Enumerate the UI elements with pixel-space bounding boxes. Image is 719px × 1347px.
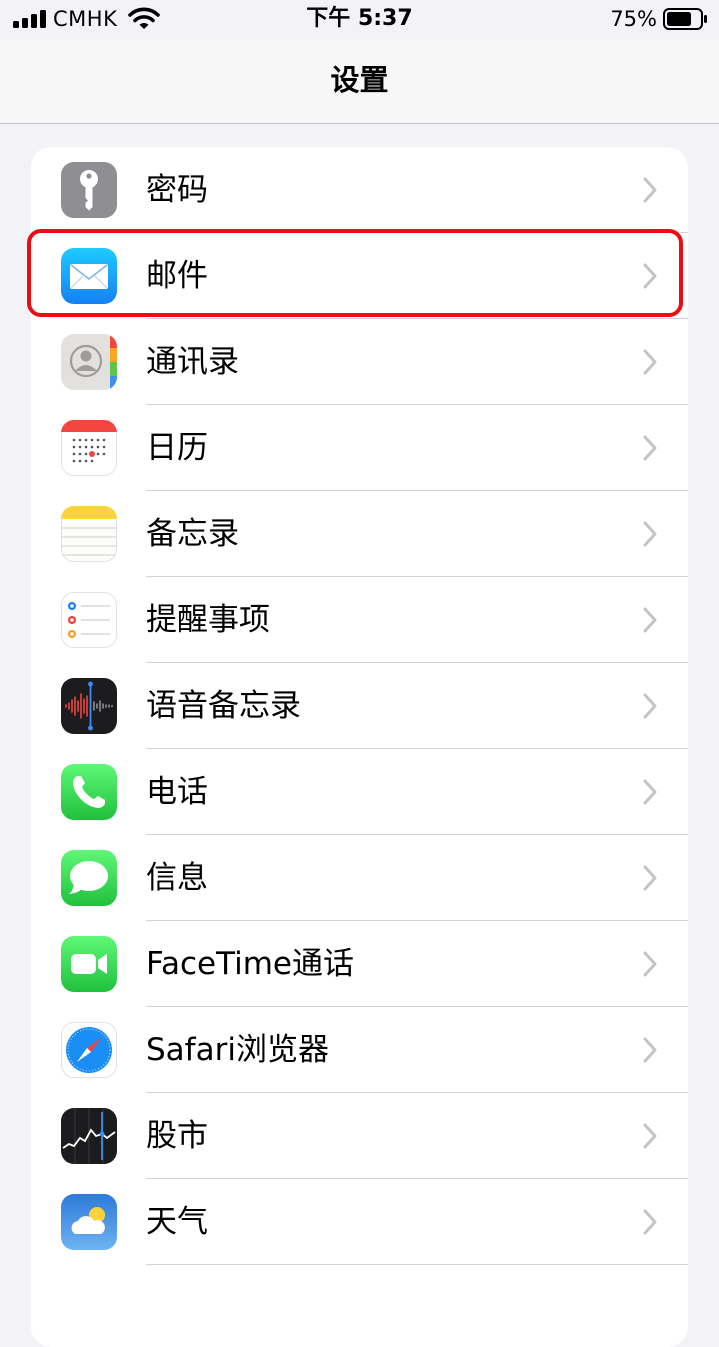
settings-item-messages[interactable]: 信息 (31, 835, 688, 921)
notes-icon (61, 506, 117, 562)
phone-icon (61, 764, 117, 820)
settings-item-phone[interactable]: 电话 (31, 749, 688, 835)
chevron-right-icon (643, 1123, 657, 1149)
settings-item-safari[interactable]: Safari浏览器 (31, 1007, 688, 1093)
settings-item-label: 提醒事项 (146, 602, 270, 638)
status-bar: CMHK 下午 5:37 75% (0, 0, 719, 40)
battery-percentage: 75% (610, 7, 657, 31)
chevron-right-icon (643, 951, 657, 977)
chevron-right-icon (643, 1037, 657, 1063)
settings-item-reminders[interactable]: 提醒事项 (31, 577, 688, 663)
facetime-icon (61, 936, 117, 992)
settings-item-stocks[interactable]: 股市 (31, 1093, 688, 1179)
contacts-icon (61, 334, 117, 390)
page-title: 设置 (330, 63, 389, 97)
battery-icon (663, 8, 707, 30)
settings-list: 密码 邮件 通讯录 日历 备忘录 提醒事项 语音备忘录 电话 信息 FaceTi… (31, 147, 688, 1347)
settings-item-contacts[interactable]: 通讯录 (31, 319, 688, 405)
chevron-right-icon (643, 435, 657, 461)
chevron-right-icon (643, 865, 657, 891)
settings-item-label: 语音备忘录 (146, 688, 301, 724)
chevron-right-icon (643, 177, 657, 203)
key-icon (61, 162, 117, 218)
settings-item-weather[interactable]: 天气 (31, 1179, 688, 1265)
stocks-icon (61, 1108, 117, 1164)
chevron-right-icon (643, 521, 657, 547)
settings-item-voice-memos[interactable]: 语音备忘录 (31, 663, 688, 749)
chevron-right-icon (643, 263, 657, 289)
mail-icon (61, 248, 117, 304)
settings-item-facetime[interactable]: FaceTime通话 (31, 921, 688, 1007)
weather-icon (61, 1194, 117, 1250)
settings-item-notes[interactable]: 备忘录 (31, 491, 688, 577)
row-divider (146, 1264, 688, 1265)
safari-icon (61, 1022, 117, 1078)
settings-item-label: Safari浏览器 (146, 1032, 329, 1068)
messages-icon (61, 850, 117, 906)
settings-item-label: FaceTime通话 (146, 946, 354, 982)
settings-item-label: 邮件 (146, 258, 208, 294)
calendar-icon (61, 420, 117, 476)
settings-item-calendar[interactable]: 日历 (31, 405, 688, 491)
chevron-right-icon (643, 1209, 657, 1235)
settings-item-label: 通讯录 (146, 344, 239, 380)
navigation-bar: 设置 (0, 40, 719, 124)
chevron-right-icon (643, 349, 657, 375)
voice-memos-icon (61, 678, 117, 734)
settings-item-label: 信息 (146, 860, 208, 896)
settings-item-label: 股市 (146, 1118, 208, 1154)
settings-item-label: 备忘录 (146, 516, 239, 552)
settings-item-mail[interactable]: 邮件 (31, 233, 688, 319)
chevron-right-icon (643, 607, 657, 633)
settings-item-label: 天气 (146, 1204, 208, 1240)
chevron-right-icon (643, 693, 657, 719)
settings-item-label: 电话 (146, 774, 208, 810)
settings-item-passwords[interactable]: 密码 (31, 147, 688, 233)
reminders-icon (61, 592, 117, 648)
settings-item-label: 日历 (146, 430, 208, 466)
chevron-right-icon (643, 779, 657, 805)
settings-item-label: 密码 (146, 172, 208, 208)
